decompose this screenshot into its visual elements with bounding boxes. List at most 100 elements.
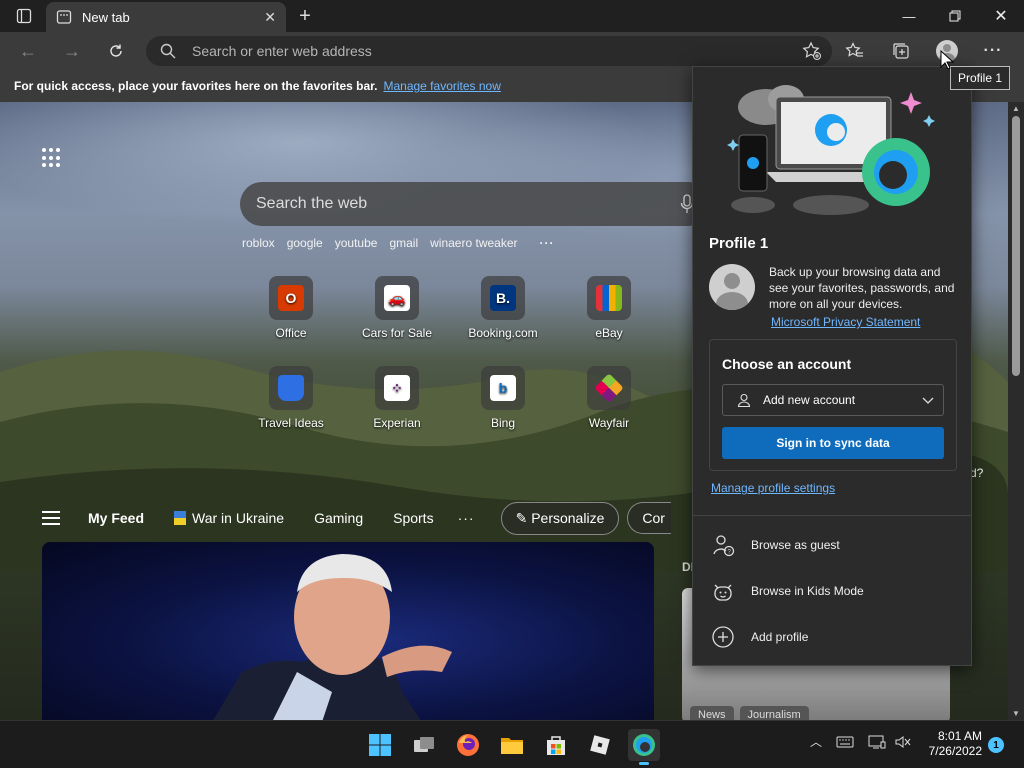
web-search-box[interactable]: Search the web [240, 182, 710, 226]
suggestion-chip[interactable]: gmail [389, 236, 418, 250]
tab-actions-button[interactable] [0, 0, 48, 32]
hamburger-icon[interactable] [42, 511, 60, 525]
address-placeholder: Search or enter web address [192, 43, 372, 59]
favorites-icon [845, 42, 863, 57]
favbar-text: For quick access, place your favorites h… [14, 79, 378, 93]
window-controls: — ✕ [886, 0, 1024, 32]
forward-button[interactable]: → [50, 33, 94, 69]
add-account-dropdown[interactable]: Add new account [722, 384, 944, 416]
tile-label: Experian [373, 416, 421, 430]
taskbar-firefox[interactable] [452, 729, 484, 761]
feed-more-button[interactable]: ··· [458, 510, 475, 526]
feed-tab-gaming[interactable]: Gaming [314, 510, 363, 526]
tile-office[interactable]: O Office [246, 276, 336, 340]
notification-badge[interactable]: 1 [988, 737, 1004, 753]
address-bar[interactable]: Search or enter web address [146, 36, 832, 66]
content-visible-button[interactable]: Cor [627, 502, 671, 534]
system-tray: ︿ [810, 733, 912, 750]
news-feature-card[interactable] [42, 542, 654, 720]
apps-launcher-icon[interactable] [42, 148, 62, 168]
feed-tab-sports[interactable]: Sports [393, 510, 433, 526]
taskbar-store[interactable] [540, 729, 572, 761]
suggestions-more-button[interactable]: ··· [540, 236, 555, 250]
refresh-icon [110, 44, 122, 57]
collections-button[interactable] [878, 33, 924, 69]
feed-bar: My Feed War in Ukraine Gaming Sports ···… [42, 500, 679, 536]
mouse-cursor-icon [940, 50, 954, 70]
page-scrollbar[interactable]: ▲ ▼ [1008, 102, 1024, 720]
tile-ebay[interactable]: eBay [564, 276, 654, 340]
restore-button[interactable] [932, 0, 978, 32]
profile-name: Profile 1 [709, 235, 769, 252]
tile-booking[interactable]: B. Booking.com [458, 276, 548, 340]
chevron-down-icon [922, 397, 934, 404]
volume-muted-icon[interactable] [894, 734, 912, 750]
store-icon [547, 736, 565, 755]
taskbar-roblox[interactable] [584, 729, 616, 761]
suggestion-chip[interactable]: winaero tweaker [430, 236, 517, 250]
refresh-button[interactable] [94, 33, 138, 69]
new-tab-button[interactable]: + [292, 4, 318, 28]
tile-label: Bing [490, 416, 516, 430]
windows-logo-icon [369, 734, 391, 756]
chevron-up-icon[interactable]: ︿ [810, 733, 822, 750]
back-button[interactable]: ← [6, 33, 50, 69]
favorites-button[interactable] [832, 33, 878, 69]
news-photo [213, 554, 452, 720]
ebay-icon [596, 285, 622, 311]
tile-cars-for-sale[interactable]: 🚗 Cars for Sale [352, 276, 442, 340]
privacy-statement-link[interactable]: Microsoft Privacy Statement [771, 315, 920, 329]
clock-date: 7/26/2022 [928, 744, 982, 758]
tile-travel-ideas[interactable]: Travel Ideas [246, 366, 336, 430]
tile-label: Wayfair [588, 416, 630, 430]
add-profile-label: Add profile [751, 630, 809, 644]
task-view-icon [414, 737, 434, 752]
suggestion-chip[interactable]: google [287, 236, 323, 250]
taskbar-clock[interactable]: 8:01 AM 7/26/2022 [920, 729, 982, 759]
feed-tab-war-in-ukraine[interactable]: War in Ukraine [174, 510, 284, 526]
start-button[interactable] [364, 729, 396, 761]
scroll-down-icon[interactable]: ▼ [1012, 709, 1020, 718]
tile-label: Cars for Sale [361, 326, 433, 340]
browse-kids-mode-button[interactable]: Browse in Kids Mode [711, 579, 864, 603]
profile-description: Back up your browsing data and see your … [769, 265, 955, 311]
firefox-icon [457, 734, 479, 756]
more-menu-button[interactable]: ··· [970, 33, 1016, 69]
manage-favorites-link[interactable]: Manage favorites now [383, 79, 500, 93]
wayfair-icon [594, 373, 624, 403]
tab-new-tab[interactable]: New tab ✕ [46, 2, 286, 32]
suggestion-chip[interactable]: youtube [335, 236, 378, 250]
add-profile-button[interactable]: Add profile [711, 625, 808, 649]
kids-mode-icon [714, 584, 732, 601]
personalize-button[interactable]: ✎ Personalize [500, 501, 620, 535]
add-favorite-icon[interactable] [802, 41, 822, 61]
browse-as-guest-button[interactable]: ? Browse as guest [711, 533, 840, 557]
newtab-icon [56, 10, 72, 24]
network-icon[interactable] [868, 734, 886, 750]
tile-experian[interactable]: ⁘ Experian [352, 366, 442, 430]
close-window-button[interactable]: ✕ [978, 0, 1024, 32]
scroll-thumb[interactable] [1012, 116, 1020, 376]
tile-bing[interactable]: b Bing [458, 366, 548, 430]
manage-profile-settings-link[interactable]: Manage profile settings [711, 481, 835, 495]
tile-wayfair[interactable]: Wayfair [564, 366, 654, 430]
taskbar-edge[interactable] [628, 729, 660, 765]
feed-tab-my-feed[interactable]: My Feed [88, 510, 144, 526]
task-view-button[interactable] [408, 729, 440, 761]
minimize-button[interactable]: — [886, 0, 932, 32]
keyboard-icon[interactable] [836, 735, 854, 749]
sign-in-sync-button[interactable]: Sign in to sync data [722, 427, 944, 459]
tile-label: eBay [595, 326, 623, 340]
tab-title: New tab [82, 9, 130, 25]
side-card-tags: News Journalism [690, 706, 809, 720]
edge-icon [633, 734, 655, 756]
taskbar-file-explorer[interactable] [496, 729, 528, 761]
search-icon [160, 43, 176, 59]
suggestion-chip[interactable]: roblox [242, 236, 275, 250]
scroll-up-icon[interactable]: ▲ [1012, 104, 1020, 113]
browse-as-guest-label: Browse as guest [751, 538, 840, 552]
folder-icon [501, 738, 523, 754]
restore-icon [949, 10, 961, 22]
toolbar-right: ··· [832, 32, 1016, 70]
close-tab-icon[interactable]: ✕ [264, 9, 276, 26]
